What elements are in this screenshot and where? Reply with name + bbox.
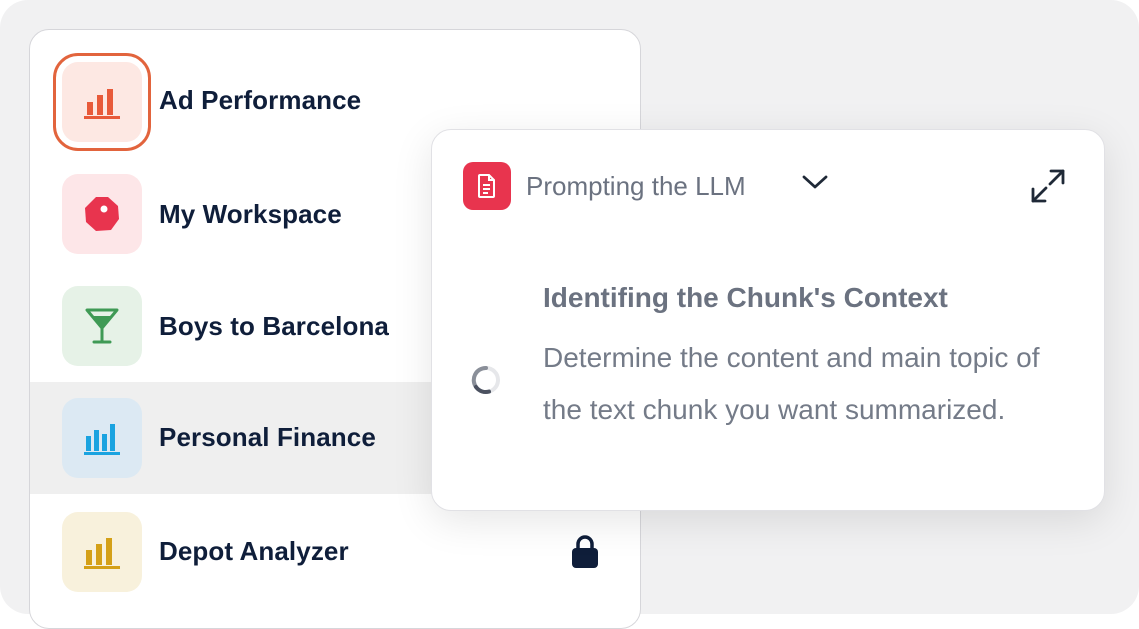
step-description: Determine the content and main topic of … [543,342,1040,425]
bar-chart-icon [84,538,120,569]
workspace-icon-tile [62,286,142,366]
workspace-icon-tile [62,512,142,592]
bar-chart-icon [84,424,120,455]
loading-spinner-icon [471,365,500,395]
canvas-background: Ad Performance My Workspace Boys to Barc… [0,0,1139,629]
workspace-icon-tile [62,174,142,254]
workspace-icon-tile [53,53,151,151]
document-icon [478,174,495,198]
cocktail-glass-icon [85,308,119,344]
llm-step-card: Prompting the LLM Identifing the Chunk's… [431,129,1105,511]
chevron-down-icon[interactable] [800,172,830,192]
expand-icon[interactable] [1030,168,1066,204]
document-badge [463,162,511,210]
step-heading: Identifing the Chunk's Context [543,282,948,313]
workspace-label: Boys to Barcelona [159,311,389,341]
bar-chart-icon [84,89,120,119]
workspace-label: Personal Finance [159,422,376,452]
workspace-label: Depot Analyzer [159,536,349,566]
workspace-label: My Workspace [159,199,342,229]
workspace-label: Ad Performance [159,85,362,115]
step-dropdown-title[interactable]: Prompting the LLM [526,171,746,202]
lock-icon [572,535,598,568]
workspace-icon-tile [62,398,142,478]
octagon-target-icon [85,197,119,231]
workspace-item-ad-performance[interactable]: Ad Performance [30,30,640,151]
